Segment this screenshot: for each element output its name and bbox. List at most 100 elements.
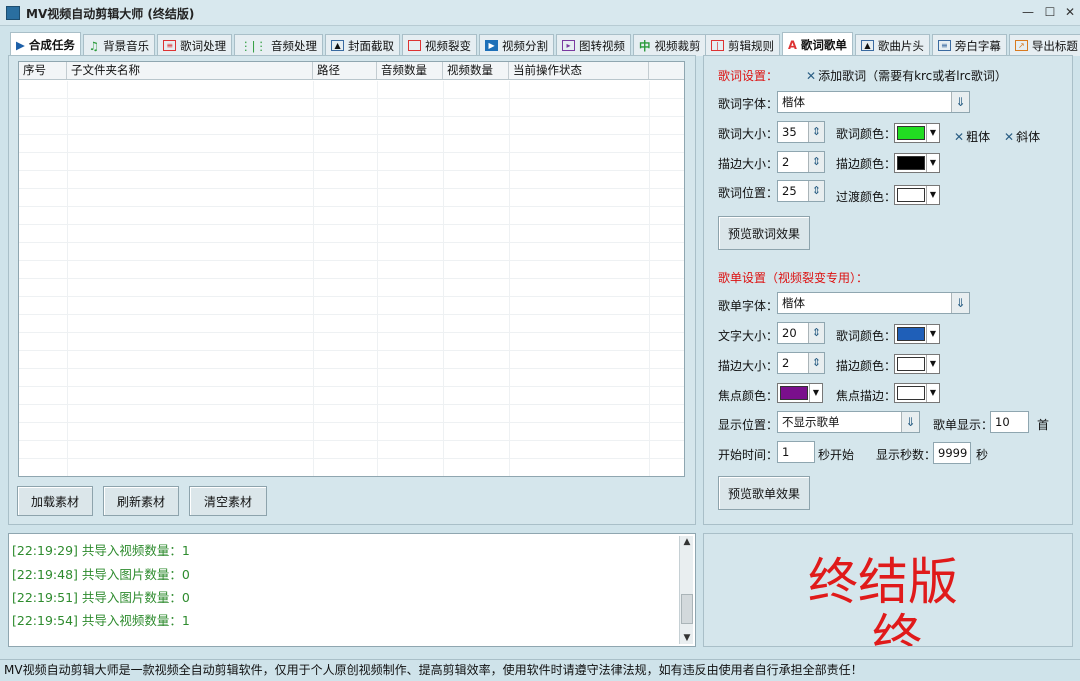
playlist-color-picker[interactable]: ▼: [894, 324, 940, 344]
tab-background-music[interactable]: ♫ 背景音乐: [82, 34, 156, 56]
lyrics-color-picker[interactable]: ▼: [894, 123, 940, 143]
slideshow-icon: ▸: [562, 40, 576, 51]
load-material-button[interactable]: 加载素材: [17, 486, 93, 516]
column-path[interactable]: 路径: [313, 62, 377, 79]
show-seconds-label: 显示秒数：: [876, 448, 937, 462]
tab-narration-subtitle[interactable]: ≡ 旁白字幕: [931, 34, 1007, 56]
italic-checkbox[interactable]: ✕ 斜体: [1004, 128, 1040, 145]
tab-export-title[interactable]: ↗ 导出标题: [1008, 34, 1080, 56]
tab-edit-rules[interactable]: | 剪辑规则: [705, 34, 780, 56]
focus-stroke-color-picker[interactable]: ▼: [894, 383, 940, 403]
log-line: [22:19:54] 共导入视频数量：1: [12, 613, 190, 628]
scroll-thumb[interactable]: [681, 594, 693, 624]
column-current-status[interactable]: 当前操作状态: [509, 62, 649, 79]
lyrics-color-label: 歌词颜色：: [836, 127, 897, 141]
spinner-icon[interactable]: ⇕: [808, 181, 824, 201]
playlist-text-size-stepper[interactable]: 20 ⇕: [777, 322, 825, 344]
column-index[interactable]: 序号: [19, 62, 67, 79]
display-count-unit: 首: [1037, 418, 1050, 432]
chevron-down-icon: ▼: [926, 325, 939, 343]
lyrics-size-stepper[interactable]: 35 ⇕: [777, 121, 825, 143]
minimize-button[interactable]: —: [1020, 4, 1036, 20]
spinner-icon[interactable]: ⇕: [808, 353, 824, 373]
scroll-down-icon[interactable]: ▼: [681, 632, 693, 644]
text-a-icon: A: [788, 37, 797, 52]
preview-lyrics-button[interactable]: 预览歌词效果: [718, 216, 810, 250]
spinner-icon[interactable]: ⇕: [808, 323, 824, 343]
spinner-icon[interactable]: ⇕: [808, 122, 824, 142]
transition-color-swatch: [897, 188, 925, 202]
tab-audio-processing[interactable]: ⋮|⋮ 音频处理: [234, 34, 324, 56]
chevron-down-icon: ▼: [926, 355, 939, 373]
preview-playlist-button[interactable]: 预览歌单效果: [718, 476, 810, 510]
tab-song-intro[interactable]: ▲ 歌曲片头: [854, 34, 930, 56]
start-time-label: 开始时间：: [718, 448, 779, 462]
lyrics-font-label: 歌词字体：: [718, 97, 779, 111]
check-icon: ✕: [954, 130, 965, 144]
display-position-label: 显示位置：: [718, 418, 779, 432]
start-time-unit: 秒开始: [818, 448, 855, 462]
tab-lyrics-processing[interactable]: ≡ 歌词处理: [157, 34, 233, 56]
log-panel[interactable]: [22:19:29] 共导入视频数量：1 [22:19:48] 共导入图片数量：…: [8, 533, 696, 647]
playlist-stroke-size-label: 描边大小：: [718, 359, 779, 373]
lyrics-size-label: 歌词大小：: [718, 127, 779, 141]
column-subfolder-name[interactable]: 子文件夹名称: [67, 62, 313, 79]
refresh-material-button[interactable]: 刷新素材: [103, 486, 179, 516]
rules-icon: |: [711, 40, 724, 51]
log-line: [22:19:48] 共导入图片数量：0: [12, 567, 190, 582]
close-button[interactable]: ✕: [1062, 4, 1078, 20]
tab-lyrics-playlist[interactable]: A 歌词歌单: [782, 32, 853, 56]
video-play-icon: ▶: [485, 40, 499, 51]
effect-preview-area: 终结版 终: [703, 533, 1073, 647]
playlist-stroke-color-picker[interactable]: ▼: [894, 354, 940, 374]
log-line: [22:19:51] 共导入图片数量：0: [12, 590, 190, 605]
lyrics-stroke-color-picker[interactable]: ▼: [894, 153, 940, 173]
tab-video-crop[interactable]: 中视频裁剪: [633, 34, 707, 56]
copy-icon: [408, 40, 422, 51]
start-time-input[interactable]: 1: [777, 441, 815, 463]
log-scrollbar[interactable]: ▲ ▼: [679, 536, 693, 644]
tab-video-fission[interactable]: 视频裂变: [402, 34, 478, 56]
column-audio-count[interactable]: 音频数量: [377, 62, 443, 79]
playlist-stroke-size-stepper[interactable]: 2 ⇕: [777, 352, 825, 374]
clear-material-button[interactable]: 清空素材: [189, 486, 267, 516]
playlist-display-count-label: 歌单显示：: [933, 418, 994, 432]
check-icon: ✕: [1004, 130, 1015, 144]
tab-cover-capture[interactable]: ▲ 封面截取: [325, 34, 401, 56]
focus-color-label: 焦点颜色：: [718, 389, 779, 403]
lyrics-font-select[interactable]: 楷体 ⇓: [777, 91, 970, 113]
bold-checkbox[interactable]: ✕ 粗体: [954, 128, 990, 145]
column-video-count[interactable]: 视频数量: [443, 62, 509, 79]
lyrics-position-stepper[interactable]: 25 ⇕: [777, 180, 825, 202]
playlist-display-count-input[interactable]: 10: [990, 411, 1029, 433]
playlist-font-label: 歌单字体：: [718, 299, 779, 313]
lyrics-stroke-color-label: 描边颜色：: [836, 157, 897, 171]
preview-text-line2: 终: [872, 609, 922, 647]
status-bar: MV视频自动剪辑大师是一款视频全自动剪辑软件，仅用于个人原创视频制作、提高剪辑效…: [0, 659, 1080, 681]
spinner-icon[interactable]: ⇕: [808, 152, 824, 172]
playlist-stroke-color-swatch: [897, 357, 925, 371]
log-line: [22:19:29] 共导入视频数量：1: [12, 543, 190, 558]
chevron-down-icon: ⇓: [951, 92, 969, 112]
focus-color-picker[interactable]: ▼: [777, 383, 823, 403]
tab-image-to-video[interactable]: ▸ 图转视频: [556, 34, 632, 56]
tab-compose-task[interactable]: ▶ 合成任务: [10, 32, 81, 56]
show-seconds-input[interactable]: 9999: [933, 442, 971, 464]
play-icon: ▶: [16, 37, 25, 52]
image-icon: ▲: [331, 40, 345, 51]
display-position-select[interactable]: 不显示歌单 ⇓: [777, 411, 920, 433]
tab-video-split[interactable]: ▶ 视频分割: [479, 34, 555, 56]
playlist-font-select[interactable]: 楷体 ⇓: [777, 292, 970, 314]
focus-color-swatch: [780, 386, 808, 400]
scroll-up-icon[interactable]: ▲: [681, 536, 693, 548]
title-bar: MV视频自动剪辑大师 (终结版) — ☐ ✕: [0, 0, 1080, 26]
material-table[interactable]: 序号 子文件夹名称 路径 音频数量 视频数量 当前操作状态: [18, 61, 685, 477]
window-title: MV视频自动剪辑大师 (终结版): [26, 7, 195, 21]
chevron-down-icon: ▼: [926, 154, 939, 172]
transition-color-picker[interactable]: ▼: [894, 185, 940, 205]
maximize-button[interactable]: ☐: [1042, 4, 1058, 20]
lyrics-stroke-size-stepper[interactable]: 2 ⇕: [777, 151, 825, 173]
lyrics-color-swatch: [897, 126, 925, 140]
lyrics-settings-label: 歌词设置：: [718, 69, 779, 83]
add-lyrics-checkbox[interactable]: ✕ 添加歌词（需要有krc或者lrc歌词）: [806, 67, 1007, 84]
